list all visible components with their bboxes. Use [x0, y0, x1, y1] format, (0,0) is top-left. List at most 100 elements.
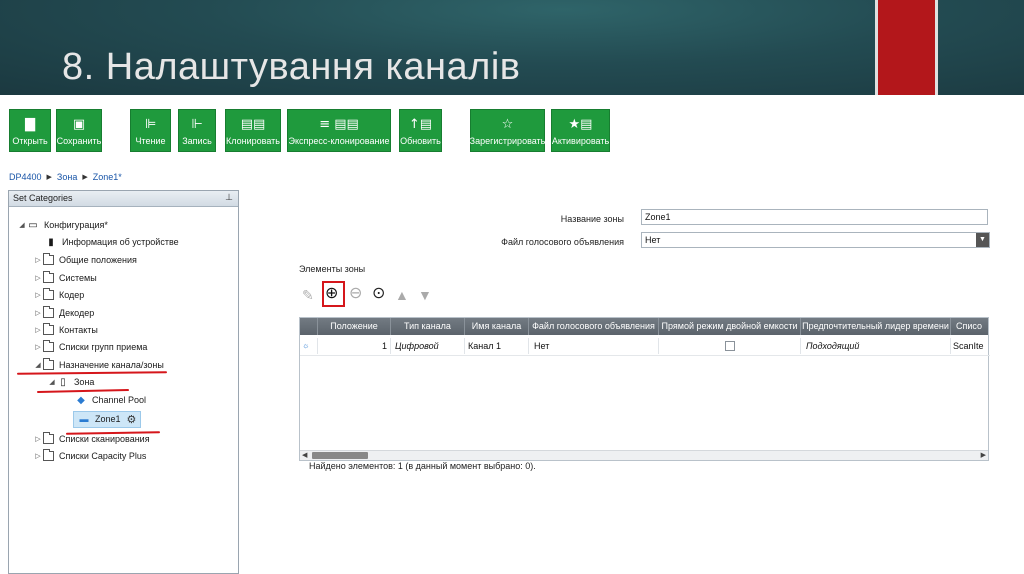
column-header-icon	[300, 318, 318, 335]
config-icon: ▭	[28, 219, 38, 231]
gear-icon[interactable]: ⚙	[127, 413, 137, 426]
chevron-down-icon[interactable]: ▼	[976, 233, 989, 247]
categories-panel: Set Categories ⊥ ◢ ▭ Конфигурация* ▮ Инф…	[8, 190, 239, 574]
collapsed-arrow-icon[interactable]: ▷	[33, 343, 43, 351]
tree-item-encoder[interactable]: ▷ Кодер	[33, 287, 84, 303]
collapsed-arrow-icon[interactable]: ▷	[33, 274, 43, 282]
expanded-arrow-icon[interactable]: ◢	[17, 221, 27, 229]
cell-list[interactable]: ScanIte	[951, 338, 988, 354]
cell-position[interactable]: 1	[318, 338, 391, 354]
move-down-icon[interactable]: ▼	[418, 288, 432, 302]
cell-type[interactable]: Цифровой	[391, 338, 465, 354]
tree-item-general[interactable]: ▷ Общие положения	[33, 252, 137, 268]
tree-item-capacity-plus[interactable]: ▷ Списки Capacity Plus	[33, 448, 146, 464]
move-up-icon[interactable]: ▲	[395, 288, 409, 302]
register-button[interactable]: ☆ Зарегистрировать	[470, 109, 545, 152]
selected-node[interactable]: ▬ Zone1 ⚙	[73, 410, 142, 428]
breadcrumb-item-zone[interactable]: Зона	[57, 172, 77, 182]
voice-file-label: Файл голосового объявления	[501, 237, 624, 247]
row-divider	[300, 355, 990, 356]
slide-title: 8. Налаштування каналів	[62, 46, 521, 88]
tree-item-rx-groups[interactable]: ▷ Списки групп приема	[33, 339, 147, 355]
screen-root: 8. Налаштування каналів ▇ Открыть ▣ Сохр…	[0, 0, 1024, 574]
update-button[interactable]: ↑▤ Обновить	[399, 109, 442, 152]
scroll-left-icon[interactable]: ◀	[302, 451, 307, 461]
folder-icon	[43, 323, 54, 335]
activate-button[interactable]: ★▤ Активировать	[551, 109, 610, 152]
read-button[interactable]: ⊫ Чтение	[130, 109, 171, 152]
write-button[interactable]: ⊩ Запись	[178, 109, 216, 152]
channel-row-icon: ☼	[302, 338, 318, 354]
folder-icon	[43, 271, 54, 283]
breadcrumb-item-zone1[interactable]: Zone1*	[93, 172, 122, 182]
folder-icon	[43, 253, 54, 265]
collapsed-arrow-icon[interactable]: ▷	[33, 256, 43, 264]
remove-circle-icon[interactable]: ⊖	[349, 286, 362, 302]
collapsed-arrow-icon[interactable]: ▷	[33, 291, 43, 299]
clone-button[interactable]: ▤▤ Клонировать	[225, 109, 281, 152]
pin-icon[interactable]: ⊥	[225, 192, 233, 203]
save-icon: ▣	[72, 117, 86, 132]
zone-elements-grid: Положение Тип канала Имя канала Файл гол…	[299, 317, 990, 461]
save-button[interactable]: ▣ Сохранить	[56, 109, 102, 152]
zone-elements-title: Элементы зоны	[299, 264, 366, 274]
cell-voice-file[interactable]: Нет	[529, 338, 659, 354]
expanded-arrow-icon[interactable]: ◢	[47, 378, 57, 386]
tree-item-channel-pool[interactable]: ◆ Channel Pool	[75, 392, 146, 408]
express-clone-button[interactable]: ≡ ▤▤ Экспресс-клонирование	[287, 109, 391, 152]
tree-item-zone1[interactable]: ▬ Zone1 ⚙	[73, 410, 142, 428]
panel-header: Set Categories ⊥	[9, 191, 238, 207]
scroll-thumb[interactable]	[312, 452, 368, 459]
accent-bar	[875, 0, 938, 95]
chevron-right-icon: ▶	[82, 174, 88, 181]
breadcrumb-item-device[interactable]: DP4400	[9, 172, 42, 182]
collapsed-arrow-icon[interactable]: ▷	[33, 309, 43, 317]
expanded-arrow-icon[interactable]: ◢	[33, 361, 43, 369]
collapsed-arrow-icon[interactable]: ▷	[33, 326, 43, 334]
grid-header: Положение Тип канала Имя канала Файл гол…	[300, 318, 988, 335]
open-button[interactable]: ▇ Открыть	[9, 109, 51, 152]
main-toolbar: ▇ Открыть ▣ Сохранить ⊫ Чтение ⊩ Запись …	[0, 95, 1024, 165]
column-header-type[interactable]: Тип канала	[391, 318, 465, 335]
star-icon: ☆	[501, 117, 514, 132]
voice-file-select[interactable]: Нет ▼	[641, 232, 990, 248]
edit-icon[interactable]: ✎	[302, 288, 314, 302]
cell-name[interactable]: Канал 1	[465, 338, 529, 354]
zone-icon: ▯	[60, 376, 66, 388]
panel-title: Set Categories	[13, 193, 73, 203]
cube-icon: ◆	[77, 394, 85, 406]
column-header-direct-mode[interactable]: Прямой режим двойной емкости	[659, 318, 801, 335]
cell-direct-mode	[659, 338, 801, 354]
zone-name-label: Название зоны	[560, 214, 624, 224]
tree-item-contacts[interactable]: ▷ Контакты	[33, 322, 98, 338]
chevron-right-icon: ▶	[46, 174, 52, 181]
column-header-voice-file[interactable]: Файл голосового объявления	[529, 318, 659, 335]
tree-item-systems[interactable]: ▷ Системы	[33, 270, 97, 286]
tree-item-device-info[interactable]: ▮ Информация об устройстве	[45, 234, 178, 250]
column-header-position[interactable]: Положение	[318, 318, 391, 335]
folder-open-icon	[43, 358, 54, 370]
slide-header: 8. Налаштування каналів	[0, 0, 1024, 95]
write-icon: ⊩	[191, 117, 203, 132]
zone-name-input[interactable]: Zone1	[641, 209, 988, 225]
folder-icon	[43, 306, 54, 318]
tree-item-decoder[interactable]: ▷ Декодер	[33, 305, 94, 321]
horizontal-scrollbar[interactable]: ◀ ▶	[300, 450, 988, 460]
tree-item-configuration[interactable]: ◢ ▭ Конфигурация*	[17, 217, 108, 233]
collapsed-arrow-icon[interactable]: ▷	[33, 435, 43, 443]
column-header-list[interactable]: Списо	[951, 318, 990, 335]
folder-icon	[43, 449, 54, 461]
column-header-time-leader[interactable]: Предпочтительный лидер времени	[801, 318, 951, 335]
more-circle-icon[interactable]: ⊙	[372, 286, 385, 302]
breadcrumb: DP4400 ▶ Зона ▶ Zone1*	[9, 170, 122, 184]
express-clone-icon: ≡ ▤▤	[319, 117, 359, 132]
zone-folder-icon: ▬	[79, 414, 89, 424]
cell-time-leader[interactable]: Подходящий	[801, 338, 951, 354]
column-header-name[interactable]: Имя канала	[465, 318, 529, 335]
activate-icon: ★▤	[568, 117, 593, 132]
collapsed-arrow-icon[interactable]: ▷	[33, 452, 43, 460]
radio-device-icon: ▮	[48, 236, 54, 248]
scroll-right-icon[interactable]: ▶	[981, 451, 986, 461]
direct-mode-checkbox[interactable]	[725, 341, 735, 351]
tree-item-zone[interactable]: ◢ ▯ Зона	[47, 374, 94, 390]
